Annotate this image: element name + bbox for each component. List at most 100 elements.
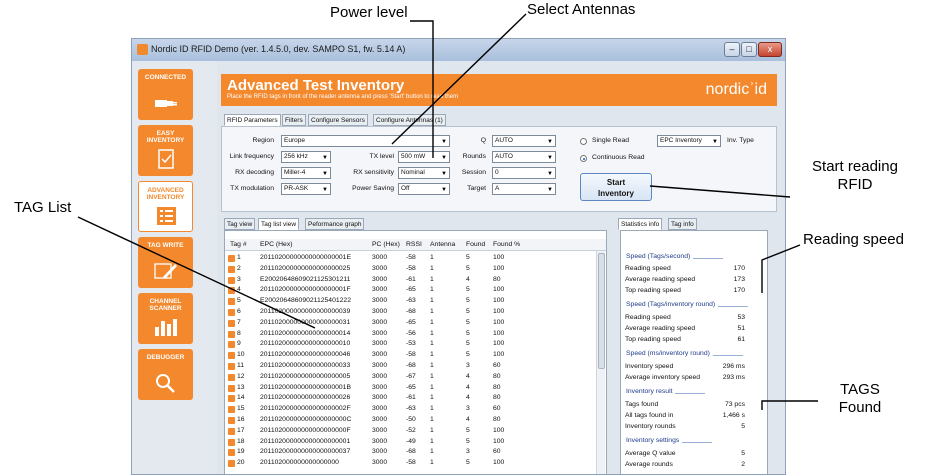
table-cell: 1 [430,297,434,305]
stat-label: Top reading speed [625,336,681,343]
tag-icon [228,384,235,392]
nav-easy-inventory-label-2: INVENTORY [146,137,185,144]
stat-value: 5 [741,423,745,430]
table-cell: 20110200000000000000001B [260,383,351,391]
table-cell: 1 [430,426,434,434]
column-header-antenna[interactable]: Antenna [430,241,455,248]
tx-modulation-select[interactable]: PR-ASK ▼ [281,183,331,195]
table-row[interactable]: 12 201102000000000000000005 3000 -67 1 4 80 [225,372,606,383]
table-cell: 3000 [372,254,388,261]
nav-easy-inventory[interactable]: EASY INVENTORY [138,125,193,176]
table-cell: 3000 [372,318,388,326]
stat-row: Inventory speed 296 ms [625,363,745,373]
nav-tag-write[interactable]: TAG WRITE [138,237,193,288]
maximize-button[interactable]: □ [741,42,757,57]
table-row[interactable]: 14 201102000000000000000026 3000 -61 1 4 80 [225,393,606,404]
table-row[interactable]: 8 201102000000000000000014 3000 -56 1 5 100 [225,329,606,340]
tab-tag-info[interactable]: Tag info [668,218,697,230]
tab-configure-sensors[interactable]: Configure Sensors [308,114,368,126]
table-cell: 5 [466,426,470,434]
column-header-epc[interactable]: EPC (Hex) [260,241,292,248]
table-cell: 1 [430,275,434,283]
table-row[interactable]: 4 20110200000000000000001F 3000 -65 1 5 100 [225,285,606,296]
inventory-type-select[interactable]: EPC Inventory ▼ [657,135,721,147]
table-row[interactable]: 19 201102000000000000000037 3000 -68 1 3 60 [225,447,606,458]
table-row[interactable]: 13 20110200000000000000001B 3000 -65 1 4 80 [225,383,606,394]
table-cell: 5 [466,329,470,337]
power-saving-select[interactable]: Off ▼ [398,183,450,195]
table-cell: 3000 [372,416,388,423]
callout-tags-found-line-1: TAGS [840,381,880,398]
single-read-radio[interactable] [580,138,587,145]
table-row[interactable]: 6 201102000000000000000039 3000 -68 1 5 100 [225,307,606,318]
table-cell: 3 [466,405,470,413]
link-frequency-select[interactable]: 256 kHz ▼ [281,151,331,163]
table-row[interactable]: 7 201102000000000000000031 3000 -65 1 5 100 [225,318,606,329]
tab-configure-antennas[interactable]: Configure Antennas (1) [373,114,446,126]
tag-icon [228,309,235,316]
nav-debugger[interactable]: DEBUGGER [138,349,193,400]
table-row[interactable]: 11 201102000000000000000033 3000 -68 1 3 60 [225,361,606,372]
title-bar[interactable]: Nordic ID RFID Demo (ver. 1.4.5.0, dev. … [132,39,785,61]
table-row[interactable]: 5 E20020648609021125401222 3000 -63 1 5 100 [225,296,606,307]
region-label: Region [252,137,274,144]
table-row[interactable]: 3 E2002064860902112530121​1 3000 -61 1 4 80 [225,275,606,286]
stat-value: 293 ms [722,374,745,381]
table-row[interactable]: 20 201102000000000000000 3000 -58 1 5 100 [225,458,606,469]
table-row[interactable]: 15 20110200000000000000002F 3000 -63 1 3 60 [225,404,606,415]
minimize-button[interactable]: – [724,42,740,57]
callout-reading-speed: Reading speed [803,231,904,248]
scrollbar-thumb[interactable] [598,253,605,369]
nav-channel-scanner[interactable]: CHANNEL SCANNER [138,293,193,344]
tab-performance-graph[interactable]: Peformance graph [305,218,365,230]
table-row[interactable]: 17 20110200000000000000000F 3000 -52 1 5 100 [225,426,606,437]
column-header-rssi[interactable]: RSSI [406,241,422,248]
bar-chart-icon [155,319,177,336]
table-row[interactable]: 18 201102000000000000000001 3000 -49 1 5 100 [225,437,606,448]
table-scrollbar[interactable] [596,251,605,474]
table-row[interactable]: 10 201102000000000000000046 3000 -58 1 5 100 [225,350,606,361]
table-cell: -58 [406,254,416,261]
nav-advanced-inventory[interactable]: ADVANCED INVENTORY [138,181,193,232]
rx-sensitivity-select[interactable]: Nominal ▼ [398,167,450,179]
table-row[interactable]: 16 20110200000000000000000C 3000 -50 1 4 80 [225,415,606,426]
stat-label: Reading speed [625,265,671,272]
table-cell: 5 [466,308,470,315]
tag-icon [228,330,235,338]
table-cell: 18 [237,437,245,445]
callout-start-reading-line-2: RFID [837,176,873,193]
nav-connected[interactable]: CONNECTED [138,69,193,120]
stat-value: 170 [733,287,745,294]
continuous-read-radio[interactable] [580,155,587,162]
close-button[interactable]: x [758,42,782,57]
table-cell: 3000 [372,372,388,380]
table-cell: 10 [237,351,245,359]
rx-decoding-select[interactable]: Miller-4 ▼ [281,167,331,179]
table-cell: 3 [466,448,470,456]
tab-tag-list-view[interactable]: Tag list view [258,218,300,230]
column-header-pc[interactable]: PC (Hex) [372,241,400,248]
column-header-found[interactable]: Found [466,241,485,248]
tx-level-select[interactable]: 500 mW ▼ [398,151,450,163]
table-cell: 100 [493,297,505,305]
table-cell: 201102000000000000000046 [260,351,351,359]
column-header-found-percent[interactable]: Found % [493,241,520,248]
region-select[interactable]: Europe ▼ [281,135,450,147]
table-row[interactable]: 2 201102000000000000000025 3000 -58 1 5 100 [225,264,606,275]
column-header-tag[interactable]: Tag # [230,241,247,248]
table-cell: 4 [466,416,470,423]
rounds-select[interactable]: AUTO ▼ [492,151,556,163]
table-cell: 3000 [372,340,388,348]
tag-icon [228,341,235,349]
q-select[interactable]: AUTO ▼ [492,135,556,147]
tab-tag-view[interactable]: Tag view [224,218,256,230]
tab-statistics-info[interactable]: Statistics info [618,218,663,230]
session-select[interactable]: 0 ▼ [492,167,556,179]
tab-filters[interactable]: Filters [282,114,306,126]
table-row[interactable]: 9 201102000000000000000010 3000 -53 1 5 100 [225,339,606,350]
tab-rfid-parameters[interactable]: RFID Parameters [224,114,281,126]
stat-label: Average inventory speed [625,374,701,381]
start-inventory-button[interactable]: Start Inventory [580,173,652,201]
target-select[interactable]: A ▼ [492,183,556,195]
table-row[interactable]: 1 20110200000000000000001E 3000 -58 1 5 100 [225,253,606,264]
